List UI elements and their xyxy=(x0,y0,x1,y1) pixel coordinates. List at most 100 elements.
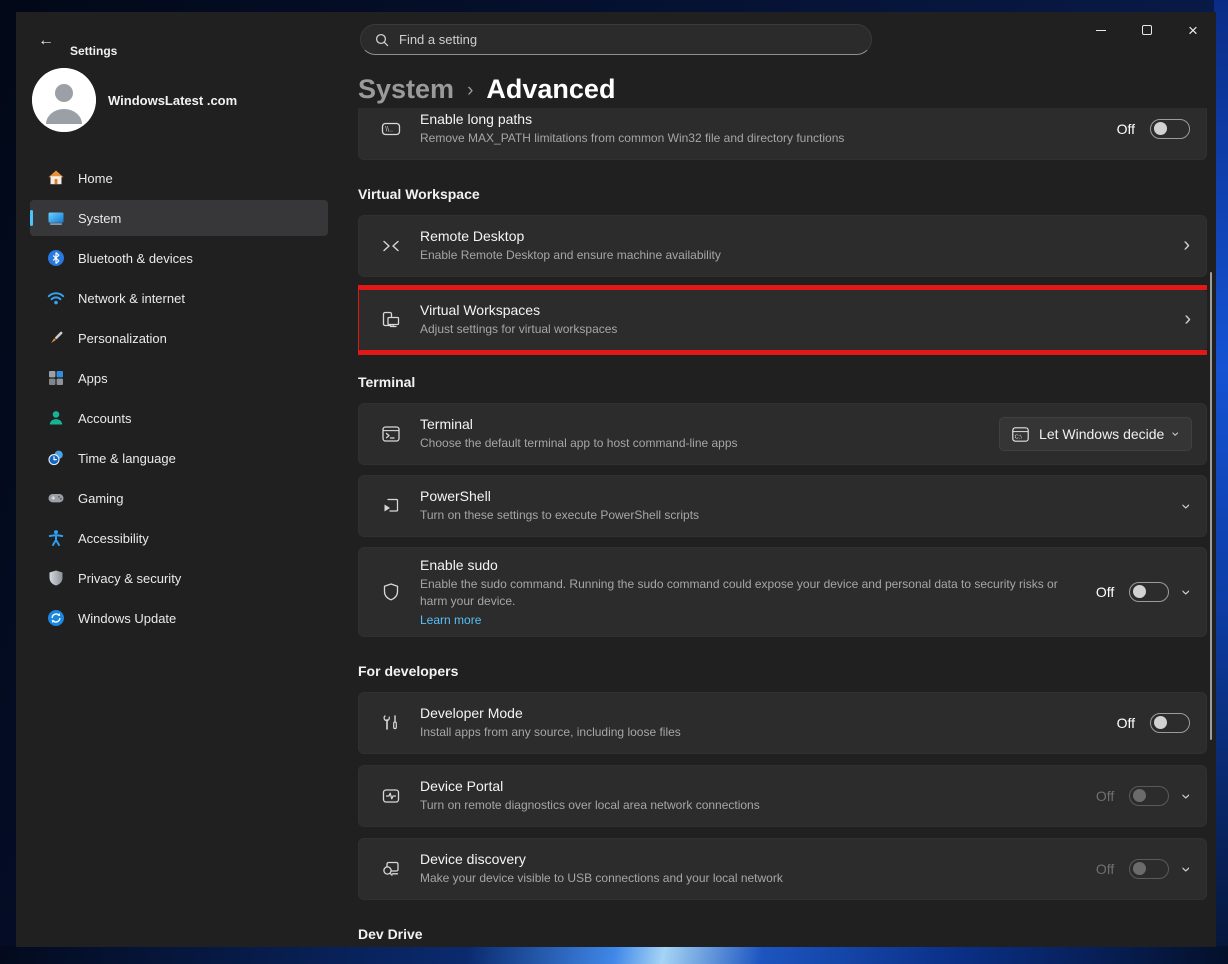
toggle-state-label: Off xyxy=(1096,861,1114,877)
wallpaper-right-strip xyxy=(1214,0,1228,964)
main-content: System › Advanced \\.. Enable long paths… xyxy=(342,12,1216,947)
sidebar-item-bluetooth-devices[interactable]: Bluetooth & devices xyxy=(30,240,328,276)
row-description: Make your device visible to USB connecti… xyxy=(420,870,1076,887)
setting-row-device-portal[interactable]: Device Portal Turn on remote diagnostics… xyxy=(358,765,1207,827)
setting-row-developer-mode[interactable]: Developer Mode Install apps from any sou… xyxy=(358,692,1207,754)
breadcrumb-separator: › xyxy=(467,77,473,102)
svg-text:\\..: \\.. xyxy=(385,127,393,134)
toggle-state-label: Off xyxy=(1096,788,1114,804)
row-description: Enable Remote Desktop and ensure machine… xyxy=(420,247,1163,264)
setting-row-enable-long-paths[interactable]: \\.. Enable long paths Remove MAX_PATH l… xyxy=(358,108,1207,160)
breadcrumb-system[interactable]: System xyxy=(358,74,454,105)
enable-sudo-toggle[interactable] xyxy=(1129,582,1169,602)
sidebar-item-personalization[interactable]: Personalization xyxy=(30,320,328,356)
breadcrumb: System › Advanced xyxy=(358,74,615,105)
scrollbar[interactable] xyxy=(1210,272,1212,740)
avatar xyxy=(32,68,96,132)
toggle-knob xyxy=(1133,789,1146,802)
sidebar-item-time-language[interactable]: Time & language xyxy=(30,440,328,476)
toggle-state-label: Off xyxy=(1096,584,1114,600)
svg-text:C:\: C:\ xyxy=(1015,434,1023,440)
setting-row-powershell[interactable]: PowerShell Turn on these settings to exe… xyxy=(358,475,1207,537)
chevron-down-icon: › xyxy=(1179,589,1196,595)
cmd-icon: C:\ xyxy=(1012,427,1029,442)
sidebar-item-home[interactable]: Home xyxy=(30,160,328,196)
sidebar-item-label: Home xyxy=(78,171,113,186)
sidebar-item-label: System xyxy=(78,211,121,226)
section-header-terminal: Terminal xyxy=(358,374,1207,390)
sudo-shield-icon xyxy=(379,581,403,603)
user-name: WindowsLatest .com xyxy=(108,93,237,108)
system-icon xyxy=(46,208,66,228)
home-icon xyxy=(46,168,66,188)
toggle-state-label: Off xyxy=(1117,715,1135,731)
enable-long-paths-toggle[interactable] xyxy=(1150,119,1190,139)
time-language-icon xyxy=(46,448,66,468)
sidebar-nav: Home System Bluetooth & devices Network … xyxy=(16,160,342,640)
chevron-down-icon: › xyxy=(1170,432,1184,437)
terminal-app-dropdown[interactable]: C:\ Let Windows decide › xyxy=(999,417,1192,451)
row-description: Remove MAX_PATH limitations from common … xyxy=(420,130,1097,147)
settings-window: ← Settings Find a setting × WindowsLates… xyxy=(16,12,1216,947)
chevron-down-icon: › xyxy=(1179,503,1196,509)
row-title: Developer Mode xyxy=(420,705,1097,721)
network-icon xyxy=(46,288,66,308)
chevron-right-icon: › xyxy=(1183,235,1190,257)
setting-row-remote-desktop[interactable]: Remote Desktop Enable Remote Desktop and… xyxy=(358,215,1207,277)
settings-scroll-area: \\.. Enable long paths Remove MAX_PATH l… xyxy=(358,108,1207,947)
sidebar-item-privacy-security[interactable]: Privacy & security xyxy=(30,560,328,596)
user-profile[interactable]: WindowsLatest .com xyxy=(32,68,237,132)
accessibility-icon xyxy=(46,528,66,548)
apps-icon xyxy=(46,368,66,388)
toggle-knob xyxy=(1133,585,1146,598)
sidebar-item-label: Windows Update xyxy=(78,611,176,626)
row-title: Terminal xyxy=(420,416,979,432)
toggle-knob xyxy=(1133,862,1146,875)
back-arrow-icon: ← xyxy=(38,32,54,49)
row-title: Enable long paths xyxy=(420,111,1097,127)
terminal-icon xyxy=(379,423,403,445)
row-title: PowerShell xyxy=(420,488,1164,504)
long-paths-icon: \\.. xyxy=(379,118,403,140)
sidebar-item-windows-update[interactable]: Windows Update xyxy=(30,600,328,636)
sidebar-item-gaming[interactable]: Gaming xyxy=(30,480,328,516)
sidebar-item-accessibility[interactable]: Accessibility xyxy=(30,520,328,556)
row-description: Choose the default terminal app to host … xyxy=(420,435,979,452)
developer-mode-toggle[interactable] xyxy=(1150,713,1190,733)
chevron-down-icon: › xyxy=(1179,866,1196,872)
row-title: Enable sudo xyxy=(420,557,1076,573)
section-header-virtual-workspace: Virtual Workspace xyxy=(358,186,1207,202)
back-button[interactable]: ← xyxy=(30,28,62,54)
sidebar-item-label: Bluetooth & devices xyxy=(78,251,193,266)
device-discovery-toggle[interactable] xyxy=(1129,859,1169,879)
device-portal-icon xyxy=(379,785,403,807)
setting-row-terminal[interactable]: Terminal Choose the default terminal app… xyxy=(358,403,1207,465)
sidebar-item-system[interactable]: System xyxy=(30,200,328,236)
page-title: Advanced xyxy=(486,74,615,105)
sidebar-item-network-internet[interactable]: Network & internet xyxy=(30,280,328,316)
sidebar-item-label: Time & language xyxy=(78,451,176,466)
remote-desktop-icon xyxy=(379,235,403,257)
dropdown-selected-value: Let Windows decide xyxy=(1039,426,1164,442)
setting-row-device-discovery[interactable]: Device discovery Make your device visibl… xyxy=(358,838,1207,900)
accounts-icon xyxy=(46,408,66,428)
learn-more-link[interactable]: Learn more xyxy=(420,613,481,627)
sidebar-item-label: Accounts xyxy=(78,411,131,426)
powershell-icon xyxy=(379,495,403,517)
toggle-knob xyxy=(1154,716,1167,729)
row-description: Adjust settings for virtual workspaces xyxy=(420,321,1164,338)
wallpaper-bottom-strip xyxy=(0,946,1228,964)
sidebar-item-apps[interactable]: Apps xyxy=(30,360,328,396)
sidebar-item-label: Gaming xyxy=(78,491,124,506)
row-title: Device Portal xyxy=(420,778,1076,794)
setting-row-enable-sudo[interactable]: Enable sudo Enable the sudo command. Run… xyxy=(358,547,1207,637)
setting-row-virtual-workspaces[interactable]: Virtual Workspaces Adjust settings for v… xyxy=(359,290,1207,350)
row-title: Device discovery xyxy=(420,851,1076,867)
section-header-dev-drive: Dev Drive xyxy=(358,926,1207,942)
sidebar-item-label: Privacy & security xyxy=(78,571,181,586)
device-portal-toggle[interactable] xyxy=(1129,786,1169,806)
row-description: Install apps from any source, including … xyxy=(420,724,1097,741)
app-title: Settings xyxy=(70,44,117,58)
sidebar-item-accounts[interactable]: Accounts xyxy=(30,400,328,436)
privacy-icon xyxy=(46,568,66,588)
